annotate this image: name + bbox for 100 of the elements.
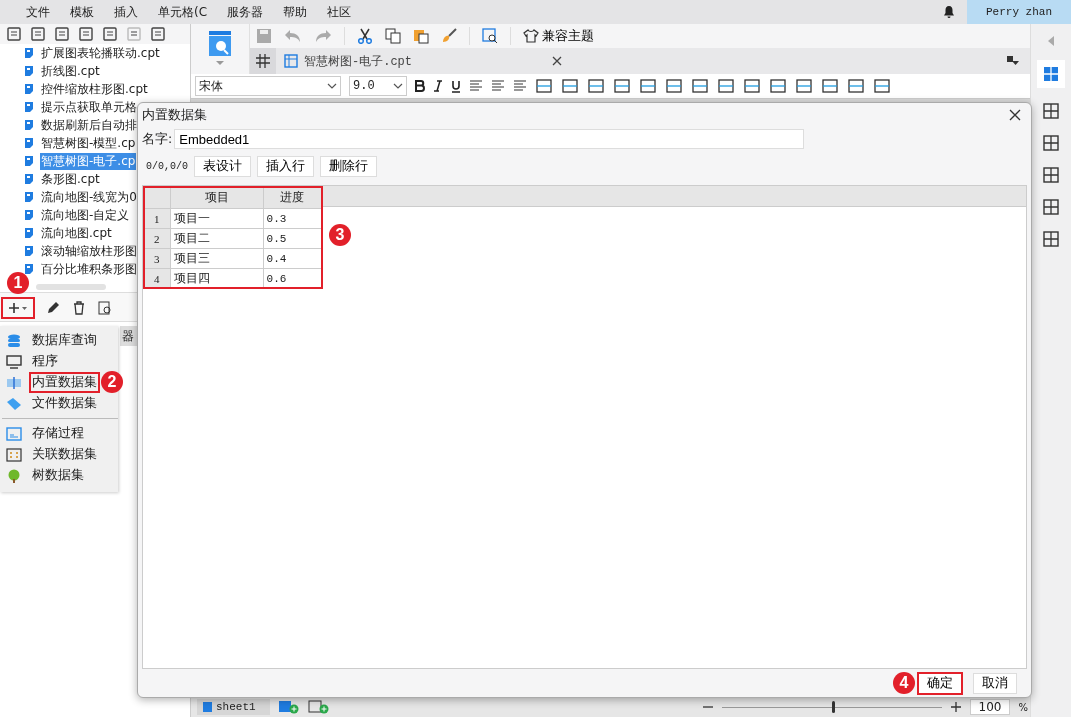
file-icon [24, 245, 34, 257]
menu-item[interactable]: 存储过程 [29, 423, 87, 444]
menu-item[interactable]: 内置数据集 [29, 372, 100, 393]
ok-button[interactable]: 确定 [917, 671, 963, 695]
file-icon [24, 173, 34, 185]
toolbar-button[interactable]: 插入行 [257, 155, 314, 177]
file-icon [24, 263, 34, 275]
toolbar-button[interactable]: 表设计 [194, 155, 251, 177]
file-item[interactable]: 控件缩放柱形图.cpt [40, 80, 149, 98]
file-icon [24, 101, 34, 113]
file-icon [24, 83, 34, 95]
tree-icon [6, 468, 22, 483]
file-item[interactable]: 数据刷新后自动排 [40, 116, 138, 134]
step-badge: 1 [7, 272, 29, 294]
file-item[interactable]: 流向地图-自定义 [40, 206, 131, 224]
menu-item[interactable]: 社区 [327, 3, 352, 21]
table-cell[interactable]: 项目二 [170, 228, 264, 249]
zoom-unit: % [1018, 701, 1028, 713]
preview-icon[interactable] [97, 300, 113, 316]
theme-button[interactable]: 兼容主题 [523, 27, 594, 45]
file-item[interactable]: 滚动轴缩放柱形图 [40, 242, 138, 260]
add-report-icon[interactable] [307, 700, 330, 714]
cancel-button[interactable]: 取消 [973, 672, 1017, 694]
procedure-icon [6, 426, 22, 441]
file-item[interactable]: 条形图.cpt [40, 170, 101, 188]
file-item[interactable]: 流向地图-线宽为0 [40, 188, 138, 206]
file-item[interactable]: 百分比堆积条形图 [40, 260, 138, 278]
italic-icon[interactable] [433, 80, 443, 92]
font-size-select[interactable]: 9.0 [349, 76, 407, 96]
grid-icon[interactable] [250, 48, 276, 74]
grid-icon [284, 54, 298, 68]
dialog-title: 内置数据集 [142, 106, 207, 124]
menu-item[interactable]: 帮助 [283, 3, 308, 21]
cut-icon[interactable] [357, 28, 373, 44]
search-icon[interactable] [482, 28, 498, 44]
zoom-in-icon[interactable] [949, 701, 962, 713]
file-icon [24, 137, 34, 149]
file-icon [24, 209, 34, 221]
menu-item[interactable]: 程序 [29, 351, 61, 372]
file-item[interactable]: 折线图.cpt [40, 62, 101, 80]
font-select[interactable]: 宋体 [195, 76, 341, 96]
menu-item[interactable]: 文件 [26, 3, 50, 21]
column-header[interactable]: 项目 [170, 186, 264, 209]
menu-item[interactable]: 模板 [70, 3, 94, 21]
close-icon[interactable] [552, 56, 562, 66]
menu-item[interactable]: 单元格(C [158, 3, 208, 21]
pencil-icon[interactable] [45, 300, 61, 316]
menu-item[interactable]: 服务器 [227, 3, 264, 21]
program-icon [6, 354, 22, 369]
column-header[interactable]: 进度 [263, 186, 322, 209]
file-item[interactable]: 流向地图.cpt [40, 224, 113, 242]
bold-icon[interactable] [415, 80, 425, 92]
dropdown-icon[interactable] [1006, 55, 1020, 67]
cell-position: 0/0,0/0 [146, 160, 188, 172]
bell-icon[interactable] [943, 5, 955, 19]
chevron-down-icon [393, 83, 403, 89]
file-icon [6, 396, 22, 411]
row-number: 2 [143, 228, 170, 249]
file-icon [24, 227, 34, 239]
table-cell[interactable]: 项目三 [170, 248, 264, 269]
step-badge: 2 [101, 371, 123, 393]
plus-icon [8, 302, 28, 314]
row-number: 1 [143, 208, 170, 229]
step-badge: 3 [329, 224, 351, 246]
name-field[interactable]: Embedded1 [174, 129, 805, 149]
table-cell[interactable]: 项目一 [170, 208, 264, 229]
relation-icon [6, 447, 22, 462]
shirt-icon [523, 29, 539, 43]
sheet-tab[interactable]: sheet1 [197, 699, 270, 715]
underline-icon[interactable] [451, 79, 461, 93]
scrollbar[interactable] [36, 284, 106, 290]
layout-icon[interactable] [1037, 60, 1065, 88]
menu-item[interactable]: 文件数据集 [29, 393, 100, 414]
file-icon [24, 191, 34, 203]
menu-item[interactable]: 树数据集 [29, 465, 87, 486]
file-icon [24, 119, 34, 131]
file-item[interactable]: 智慧树图-模型.cp [40, 134, 137, 152]
menu-item[interactable]: 插入 [114, 3, 138, 21]
zoom-field[interactable]: 100 [969, 699, 1011, 715]
embedded-icon [6, 375, 22, 390]
sheet-icon [203, 702, 212, 712]
paste-icon[interactable] [413, 28, 429, 44]
toolbar-button[interactable]: 删除行 [320, 155, 377, 177]
step-badge: 4 [893, 672, 915, 694]
database-icon [6, 333, 22, 348]
file-icon [24, 65, 34, 77]
add-sheet-icon[interactable] [277, 700, 300, 714]
row-number: 3 [143, 248, 170, 269]
file-item[interactable]: 提示点获取单元格 [40, 98, 138, 116]
menu-item[interactable]: 关联数据集 [29, 444, 100, 465]
file-icon [24, 47, 34, 59]
menu-item[interactable]: 数据库查询 [29, 330, 100, 351]
row-number: 4 [143, 268, 170, 289]
file-item[interactable]: 扩展图表轮播联动.cpt [40, 44, 161, 62]
chevron-down-icon [327, 83, 337, 89]
file-tab[interactable]: 智慧树图-电子.cpt [284, 52, 412, 70]
user-name[interactable]: Perry zhan [967, 0, 1071, 24]
brush-icon[interactable] [441, 28, 457, 44]
file-icon [24, 155, 34, 167]
close-icon[interactable] [1009, 109, 1021, 121]
